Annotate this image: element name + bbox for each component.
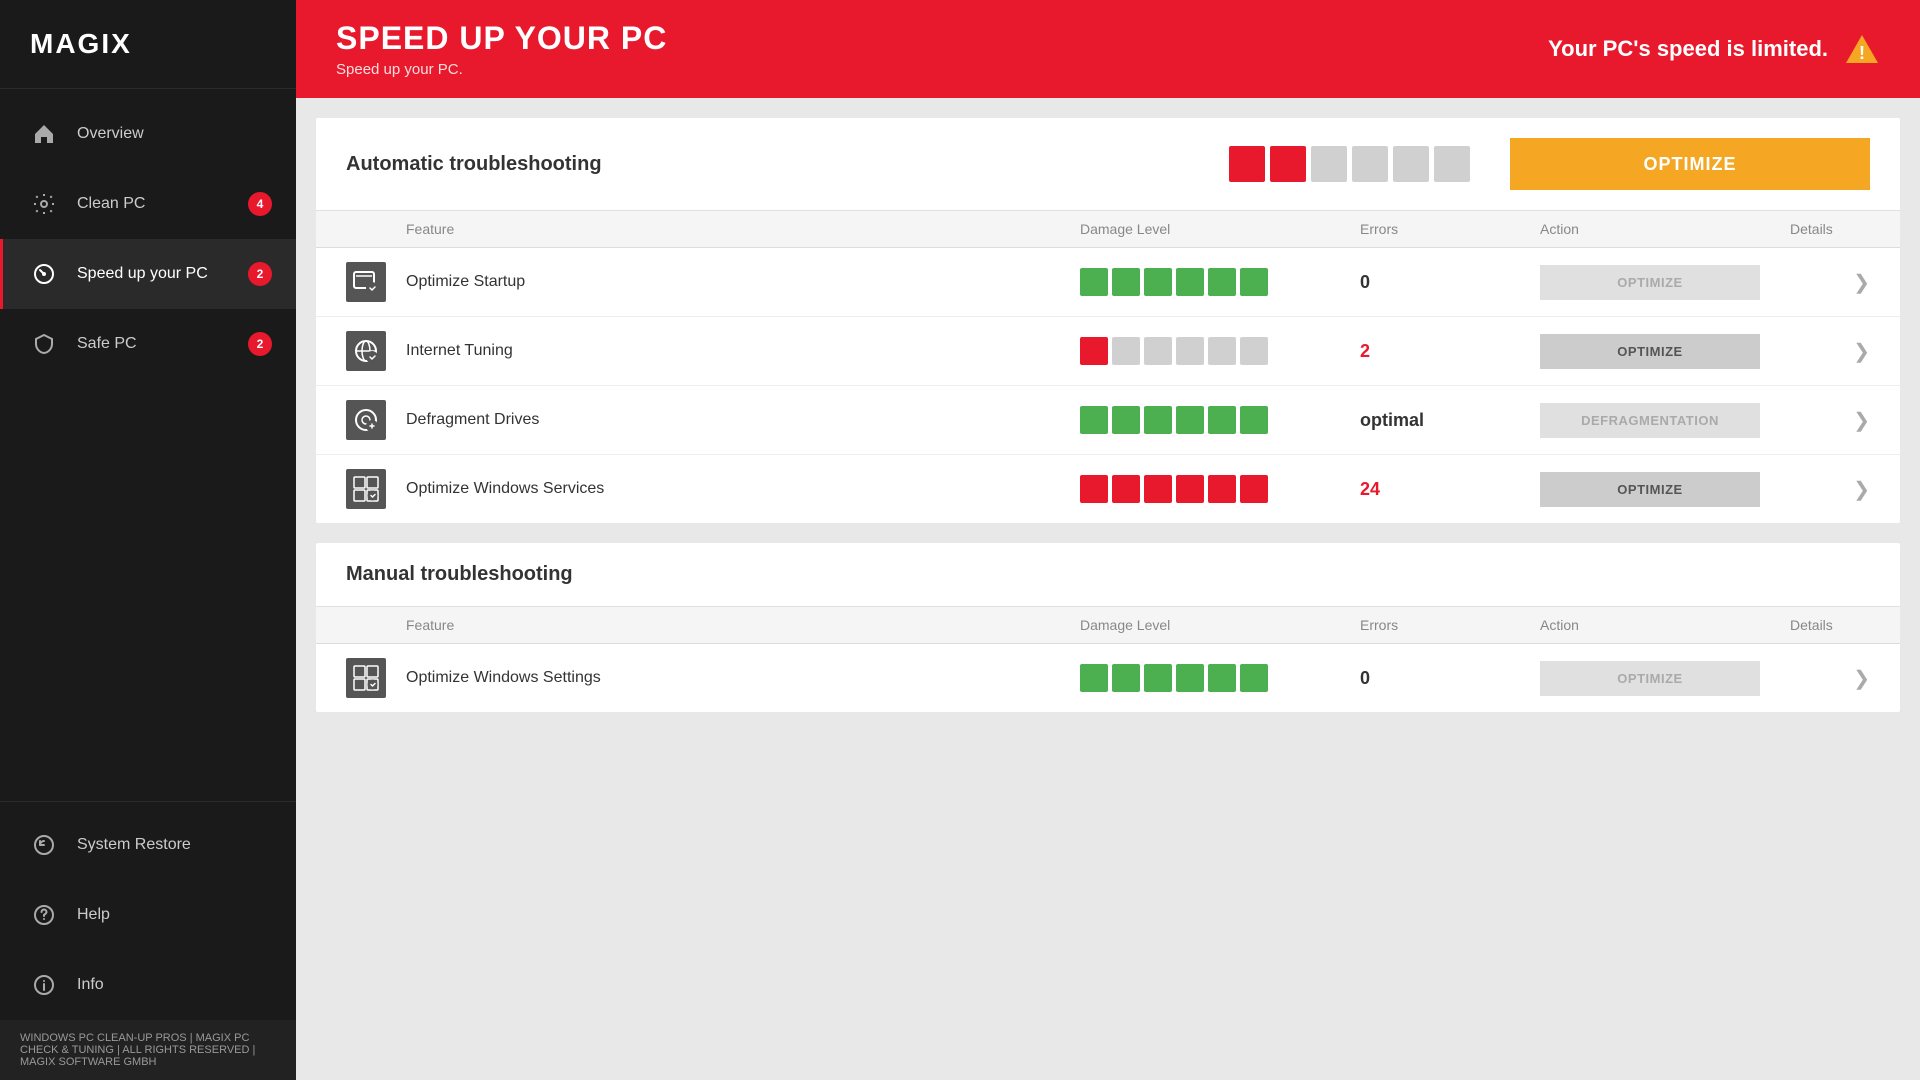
- table-row: Optimize Windows Settings 0OPTIMIZE ❯: [316, 644, 1900, 712]
- defragment-drives-details-arrow[interactable]: ❯: [1790, 408, 1870, 433]
- speedometer-icon: [27, 257, 61, 291]
- table-row: Optimize Startup 0OPTIMIZE ❯: [316, 248, 1900, 317]
- optimize-windows-services-damage-bars: [1080, 475, 1360, 503]
- home-icon: [27, 117, 61, 151]
- optimize-windows-services-action-btn[interactable]: OPTIMIZE: [1540, 472, 1760, 507]
- sidebar-item-help[interactable]: Help: [0, 880, 296, 950]
- sidebar-item-label: Safe PC: [77, 334, 248, 353]
- logo: MAGIX: [0, 0, 296, 89]
- header-damage-bars: [1229, 146, 1470, 182]
- sidebar-item-label: Overview: [77, 124, 272, 143]
- restore-icon: [27, 828, 61, 862]
- mcol-damage: Damage Level: [1080, 617, 1360, 633]
- sidebar-item-label: Help: [77, 905, 272, 924]
- bottom-bar: WINDOWS PC CLEAN-UP PROS | MAGIX PC CHEC…: [0, 1020, 296, 1080]
- auto-card-header: Automatic troubleshooting OPTIMIZE: [316, 118, 1900, 211]
- sidebar-item-label: Clean PC: [77, 194, 248, 213]
- optimize-windows-settings-errors: 0: [1360, 668, 1540, 689]
- sidebar-item-info[interactable]: Info: [0, 950, 296, 1020]
- mcol-action: Action: [1540, 617, 1790, 633]
- sidebar-item-overview[interactable]: Overview: [0, 99, 296, 169]
- table-row: Defragment Drives optimalDEFRAGMENTATION ❯: [316, 386, 1900, 455]
- optimize-windows-services-name: Optimize Windows Services: [406, 480, 1080, 498]
- optimize-startup-name: Optimize Startup: [406, 273, 1080, 291]
- optimize-startup-errors: 0: [1360, 272, 1540, 293]
- manual-table-header: Feature Damage Level Errors Action Detai…: [316, 607, 1900, 644]
- header-left: SPEED UP YOUR PC Speed up your PC.: [336, 20, 667, 78]
- optimize-startup-damage-bars: [1080, 268, 1360, 296]
- logo-text: MAGIX: [30, 28, 132, 59]
- manual-table-rows: Optimize Windows Settings 0OPTIMIZE ❯: [316, 644, 1900, 712]
- optimize-windows-services-details-arrow[interactable]: ❯: [1790, 477, 1870, 502]
- sidebar: MAGIX Overview Clean PC 4: [0, 0, 296, 1080]
- manual-card-title: Manual troubleshooting: [346, 563, 573, 586]
- col-damage: Damage Level: [1080, 221, 1360, 237]
- defragment-drives-icon: [346, 400, 386, 440]
- internet-tuning-damage-bars: [1080, 337, 1360, 365]
- defragment-drives-damage-bars: [1080, 406, 1360, 434]
- sidebar-divider: [0, 801, 296, 802]
- page-subtitle: Speed up your PC.: [336, 61, 667, 78]
- internet-tuning-icon: [346, 331, 386, 371]
- info-icon: [27, 968, 61, 1002]
- optimize-windows-settings-details-arrow[interactable]: ❯: [1790, 666, 1870, 691]
- help-icon: [27, 898, 61, 932]
- mcol-errors: Errors: [1360, 617, 1540, 633]
- col-details: Details: [1790, 221, 1870, 237]
- internet-tuning-errors: 2: [1360, 341, 1540, 362]
- optimize-startup-icon: [346, 262, 386, 302]
- auto-troubleshooting-card: Automatic troubleshooting OPTIMIZE Featu…: [316, 118, 1900, 523]
- auto-table-rows: Optimize Startup0OPTIMIZE❯Internet Tunin…: [316, 248, 1900, 523]
- optimize-startup-action-btn: OPTIMIZE: [1540, 265, 1760, 300]
- page-title: SPEED UP YOUR PC: [336, 20, 667, 57]
- sidebar-item-label: Speed up your PC: [77, 264, 248, 283]
- optimize-windows-services-icon: [346, 469, 386, 509]
- table-row: Internet Tuning 2OPTIMIZE ❯: [316, 317, 1900, 386]
- speed-up-badge: 2: [248, 262, 272, 286]
- main-content: SPEED UP YOUR PC Speed up your PC. Your …: [296, 0, 1920, 1080]
- svg-text:!: !: [1859, 43, 1865, 63]
- optimize-startup-details-arrow[interactable]: ❯: [1790, 270, 1870, 295]
- sidebar-item-label: System Restore: [77, 835, 272, 854]
- sidebar-item-clean-pc[interactable]: Clean PC 4: [0, 169, 296, 239]
- alert-text: Your PC's speed is limited.: [1548, 36, 1828, 62]
- col-errors: Errors: [1360, 221, 1540, 237]
- mcol-details: Details: [1790, 617, 1870, 633]
- col-feature: Feature: [406, 221, 1080, 237]
- table-row: Optimize Windows Services 24OPTIMIZE ❯: [316, 455, 1900, 523]
- bottom-bar-text: WINDOWS PC CLEAN-UP PROS | MAGIX PC CHEC…: [20, 1032, 276, 1068]
- gear-icon: [27, 187, 61, 221]
- internet-tuning-name: Internet Tuning: [406, 342, 1080, 360]
- optimize-windows-settings-name: Optimize Windows Settings: [406, 669, 1080, 687]
- defragment-drives-errors: optimal: [1360, 410, 1540, 431]
- optimize-windows-settings-damage-bars: [1080, 664, 1360, 692]
- content-area: Automatic troubleshooting OPTIMIZE Featu…: [296, 98, 1920, 1080]
- warning-triangle: !: [1844, 33, 1880, 65]
- clean-pc-badge: 4: [248, 192, 272, 216]
- main-optimize-button[interactable]: OPTIMIZE: [1510, 138, 1870, 190]
- shield-icon: [27, 327, 61, 361]
- auto-card-title: Automatic troubleshooting: [346, 153, 602, 176]
- page-header: SPEED UP YOUR PC Speed up your PC. Your …: [296, 0, 1920, 98]
- internet-tuning-details-arrow[interactable]: ❯: [1790, 339, 1870, 364]
- optimize-windows-settings-icon: [346, 658, 386, 698]
- optimize-windows-services-errors: 24: [1360, 479, 1540, 500]
- sidebar-item-safe-pc[interactable]: Safe PC 2: [0, 309, 296, 379]
- mcol-feature: Feature: [406, 617, 1080, 633]
- manual-troubleshooting-card: Manual troubleshooting Feature Damage Le…: [316, 543, 1900, 712]
- sidebar-item-label: Info: [77, 975, 272, 994]
- optimize-windows-settings-action-btn: OPTIMIZE: [1540, 661, 1760, 696]
- header-right: Your PC's speed is limited. !: [1548, 33, 1880, 65]
- sidebar-nav: Overview Clean PC 4 Speed up your: [0, 89, 296, 1080]
- internet-tuning-action-btn[interactable]: OPTIMIZE: [1540, 334, 1760, 369]
- defragment-drives-name: Defragment Drives: [406, 411, 1080, 429]
- sidebar-item-speed-up[interactable]: Speed up your PC 2: [0, 239, 296, 309]
- auto-table-header: Feature Damage Level Errors Action Detai…: [316, 211, 1900, 248]
- sidebar-item-system-restore[interactable]: System Restore: [0, 810, 296, 880]
- safe-pc-badge: 2: [248, 332, 272, 356]
- col-action: Action: [1540, 221, 1790, 237]
- defragment-drives-action-btn: DEFRAGMENTATION: [1540, 403, 1760, 438]
- manual-card-header: Manual troubleshooting: [316, 543, 1900, 607]
